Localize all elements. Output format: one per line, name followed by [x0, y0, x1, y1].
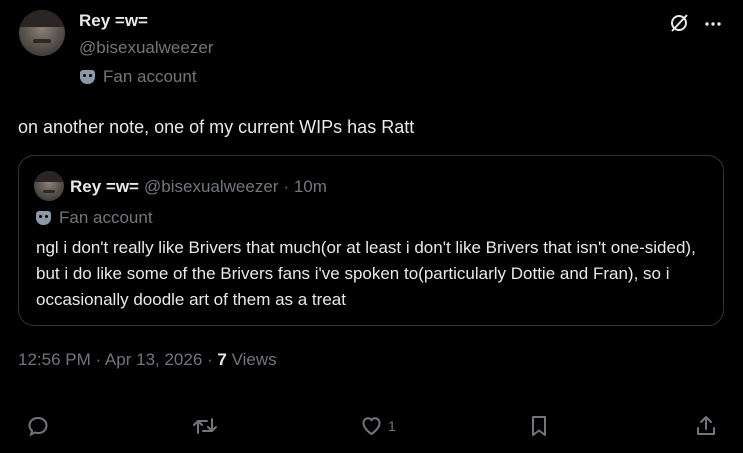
quoted-author-handle: @bisexualweezer: [144, 177, 279, 196]
quoted-post[interactable]: Rey =w= @bisexualweezer · 10m Fan accoun…: [18, 155, 724, 326]
quoted-author-name: Rey =w=: [70, 177, 139, 196]
author-handle[interactable]: @bisexualweezer: [79, 38, 213, 58]
share-button[interactable]: [694, 414, 718, 438]
quoted-fan-account-badge: Fan account: [36, 208, 153, 228]
grok-icon[interactable]: [668, 12, 690, 34]
author-name[interactable]: Rey =w=: [79, 11, 148, 31]
fan-account-icon: [80, 70, 95, 84]
quoted-fan-account-label: Fan account: [59, 208, 153, 227]
post-text: on another note, one of my current WIPs …: [18, 117, 415, 137]
like-button[interactable]: 1: [359, 414, 396, 438]
author-avatar[interactable]: [19, 10, 65, 56]
bookmark-button[interactable]: [528, 414, 550, 438]
post-meta: 12:56 PM · Apr 13, 2026 · 7 Views: [18, 350, 277, 370]
views-label: Views: [231, 350, 277, 369]
more-icon[interactable]: [703, 14, 723, 34]
quoted-avatar: [34, 171, 64, 201]
share-icon: [694, 414, 718, 438]
bookmark-icon: [528, 414, 550, 438]
post-timestamp[interactable]: 12:56 PM · Apr 13, 2026 ·: [18, 350, 213, 369]
fan-account-label: Fan account: [103, 67, 197, 86]
like-icon: [359, 414, 384, 438]
quoted-time: · 10m: [283, 177, 327, 196]
reply-icon: [26, 414, 50, 438]
like-count: 1: [388, 418, 396, 434]
fan-account-badge: Fan account: [80, 67, 197, 87]
repost-icon: [192, 414, 218, 438]
repost-button[interactable]: [192, 414, 218, 438]
views-count: 7: [217, 350, 227, 369]
quoted-text: ngl i don't really like Brivers that muc…: [36, 238, 696, 309]
fan-account-icon: [36, 211, 51, 225]
reply-button[interactable]: [26, 414, 50, 438]
